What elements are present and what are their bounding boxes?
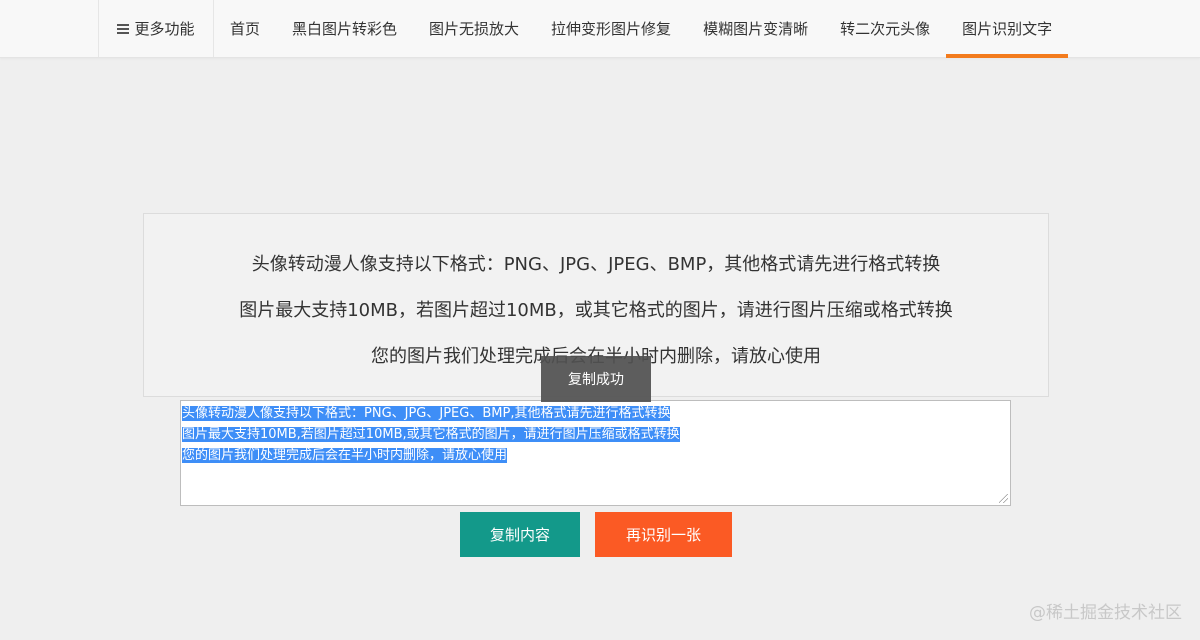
nav-item-deblur[interactable]: 模糊图片变清晰 xyxy=(687,0,824,57)
watermark: @稀土掘金技术社区 xyxy=(1029,603,1182,623)
resize-handle-icon[interactable] xyxy=(999,494,1008,503)
nav-item-colorize[interactable]: 黑白图片转彩色 xyxy=(276,0,413,57)
result-line: 您的图片我们处理完成后会在半小时内删除，请放心使用 xyxy=(182,448,508,463)
nav-item-ocr[interactable]: 图片识别文字 xyxy=(946,0,1069,58)
nav-item-stretch-repair[interactable]: 拉伸变形图片修复 xyxy=(535,0,687,57)
top-nav-bar: 更多功能 首页 黑白图片转彩色 图片无损放大 拉伸变形图片修复 模糊图片变清晰 … xyxy=(0,0,1200,58)
copy-content-button[interactable]: 复制内容 xyxy=(460,512,580,557)
notice-line: 图片最大支持10MB，若图片超过10MB，或其它格式的图片，请进行图片压缩或格式… xyxy=(239,300,953,321)
more-features-label: 更多功能 xyxy=(134,20,195,38)
nav-item-home[interactable]: 首页 xyxy=(214,0,276,57)
copy-success-toast: 复制成功 xyxy=(541,356,651,402)
hamburger-icon xyxy=(117,22,130,36)
nav-item-upscale[interactable]: 图片无损放大 xyxy=(413,0,535,57)
notice-line: 头像转动漫人像支持以下格式：PNG、JPG、JPEG、BMP，其他格式请先进行格… xyxy=(251,254,941,275)
result-line: 图片最大支持10MB,若图片超过10MB,或其它格式的图片，请进行图片压缩或格式… xyxy=(182,427,680,442)
more-features-menu[interactable]: 更多功能 xyxy=(98,0,214,57)
recognize-another-button[interactable]: 再识别一张 xyxy=(595,512,732,557)
nav-item-anime-avatar[interactable]: 转二次元头像 xyxy=(824,0,946,57)
main-nav: 首页 黑白图片转彩色 图片无损放大 拉伸变形图片修复 模糊图片变清晰 转二次元头… xyxy=(214,0,1069,58)
result-line: 头像转动漫人像支持以下格式：PNG、JPG、JPEG、BMP,其他格式请先进行格… xyxy=(182,406,671,421)
ocr-result-textarea[interactable]: 头像转动漫人像支持以下格式：PNG、JPG、JPEG、BMP,其他格式请先进行格… xyxy=(180,400,1011,506)
